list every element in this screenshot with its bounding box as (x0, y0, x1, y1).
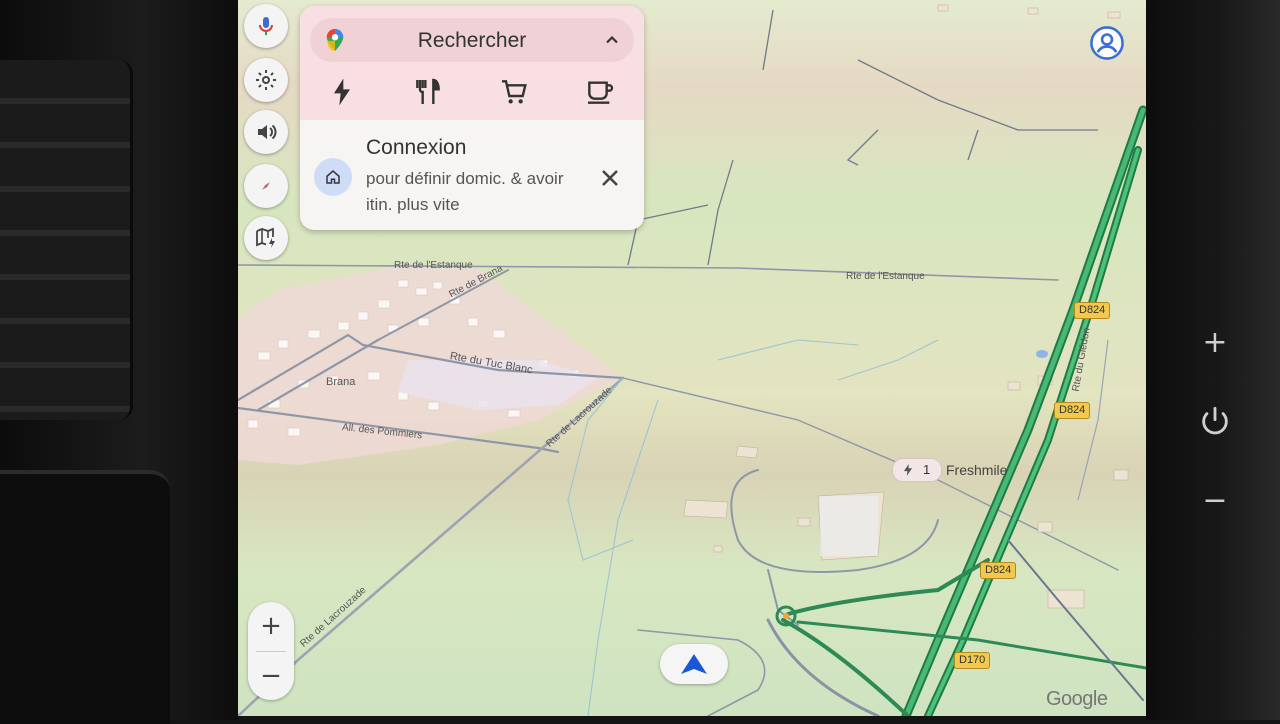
volume-icon (258, 124, 277, 140)
voice-search-button[interactable] (244, 4, 288, 48)
air-vent (0, 60, 133, 420)
current-location-button[interactable] (660, 644, 728, 684)
poi-label[interactable]: Freshmile (946, 462, 1007, 478)
home-icon (326, 170, 340, 184)
zoom-controls: + − (248, 602, 294, 700)
warehouse (820, 496, 878, 556)
compass-icon (262, 182, 270, 190)
charging-station-marker[interactable]: 1 (892, 458, 942, 482)
restaurant-category-icon[interactable] (412, 76, 444, 108)
chevron-up-icon[interactable] (602, 30, 622, 50)
zoom-out-button[interactable]: − (248, 652, 294, 700)
compass-button[interactable] (244, 164, 288, 208)
dashboard-left-bezel (0, 0, 238, 724)
hardware-volume-up-button[interactable]: + (1192, 320, 1238, 366)
poi-count: 1 (923, 462, 931, 477)
map-layers-button[interactable] (244, 216, 288, 260)
home-icon-badge (314, 158, 352, 196)
search-card: Rechercher Connexion pour définir domic.… (300, 6, 644, 230)
settings-button[interactable] (244, 58, 288, 102)
hardware-power-button[interactable] (1192, 398, 1238, 444)
coffee-cup-icon[interactable] (584, 76, 616, 108)
microphone-icon (259, 17, 273, 35)
hardware-volume-down-button[interactable]: − (1192, 478, 1238, 524)
gear-icon (256, 70, 276, 90)
navigation-arrow-icon (681, 654, 707, 674)
power-icon (1202, 406, 1228, 435)
shopping-cart-icon[interactable] (498, 76, 530, 108)
search-bar[interactable]: Rechercher (310, 18, 634, 62)
search-label: Rechercher (417, 29, 527, 52)
ev-charging-icon (903, 464, 913, 476)
pond (1036, 350, 1048, 358)
signin-title[interactable]: Connexion (366, 136, 466, 160)
zoom-in-button[interactable]: + (248, 602, 294, 650)
sound-button[interactable] (244, 110, 288, 154)
road-shield: D824 (1074, 302, 1111, 319)
close-icon[interactable] (596, 164, 624, 192)
dashboard-panel (0, 470, 170, 724)
road-shield: D824 (1054, 402, 1091, 419)
road-label: Brana (326, 376, 356, 388)
google-attribution: Google (1046, 688, 1108, 710)
account-avatar-icon[interactable] (1090, 26, 1124, 60)
map-layers-icon (256, 227, 275, 248)
road-label: Rte de l'Estanque (846, 271, 925, 282)
car-display-screen: Rte de l'Estanque Rte de l'Estanque Rte … (238, 0, 1146, 716)
road-label: Rte de l'Estanque (394, 260, 473, 271)
road-shield: D824 (980, 562, 1017, 579)
road-shield: D170 (954, 652, 991, 669)
roundabout-marker (783, 613, 789, 619)
charging-station-category-icon[interactable] (326, 76, 358, 108)
signin-description: pour définir domic. & avoir itin. plus v… (366, 169, 564, 214)
